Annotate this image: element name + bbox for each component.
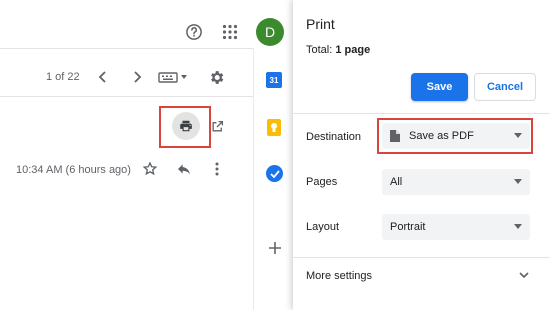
add-icon[interactable]	[267, 240, 283, 256]
toolbar-divider	[0, 96, 253, 97]
timestamp-text: 10:34 AM (6 hours ago)	[16, 164, 131, 176]
expand-icon	[519, 272, 529, 279]
more-vert-icon[interactable]	[210, 160, 224, 178]
save-button[interactable]: Save	[411, 73, 468, 101]
pagination-text: 1 of 22	[46, 71, 80, 83]
print-button-highlight	[159, 106, 211, 148]
pages-select[interactable]: All	[382, 169, 530, 195]
help-icon[interactable]	[184, 22, 204, 42]
pages-label: Pages	[306, 176, 338, 188]
layout-select[interactable]: Portrait	[382, 214, 530, 240]
reply-icon[interactable]	[175, 160, 193, 178]
star-icon[interactable]	[141, 160, 159, 178]
total-pages: Total: 1 page	[306, 44, 370, 56]
open-new-window-icon[interactable]	[209, 118, 225, 134]
apps-icon[interactable]	[220, 22, 240, 42]
total-label: Total:	[306, 44, 333, 56]
section-divider	[293, 113, 550, 114]
keyboard-icon[interactable]	[158, 70, 190, 84]
chevron-down-icon	[514, 179, 522, 184]
print-title: Print	[306, 16, 335, 32]
more-settings-label: More settings	[306, 270, 373, 282]
chevron-down-icon	[514, 224, 522, 229]
total-value: 1 page	[335, 44, 371, 56]
settings-icon[interactable]	[207, 68, 225, 86]
chevron-left-icon[interactable]	[96, 70, 110, 84]
keep-icon[interactable]	[267, 119, 281, 136]
calendar-icon[interactable]: 31	[266, 72, 282, 88]
layout-value: Portrait	[390, 221, 426, 233]
cancel-button[interactable]: Cancel	[474, 73, 536, 101]
avatar-letter: D	[264, 24, 276, 40]
chevron-right-icon[interactable]	[130, 70, 144, 84]
calendar-day: 31	[269, 75, 279, 85]
print-dialog: Print Total: 1 page Save Cancel Destinat…	[293, 0, 550, 310]
pages-value: All	[390, 176, 403, 188]
more-settings-row[interactable]: More settings	[293, 258, 550, 294]
destination-highlight	[377, 118, 533, 154]
header-divider	[0, 48, 253, 49]
layout-label: Layout	[306, 221, 340, 233]
destination-label: Destination	[306, 131, 362, 143]
tasks-icon[interactable]	[266, 165, 283, 182]
avatar[interactable]: D	[256, 18, 284, 46]
